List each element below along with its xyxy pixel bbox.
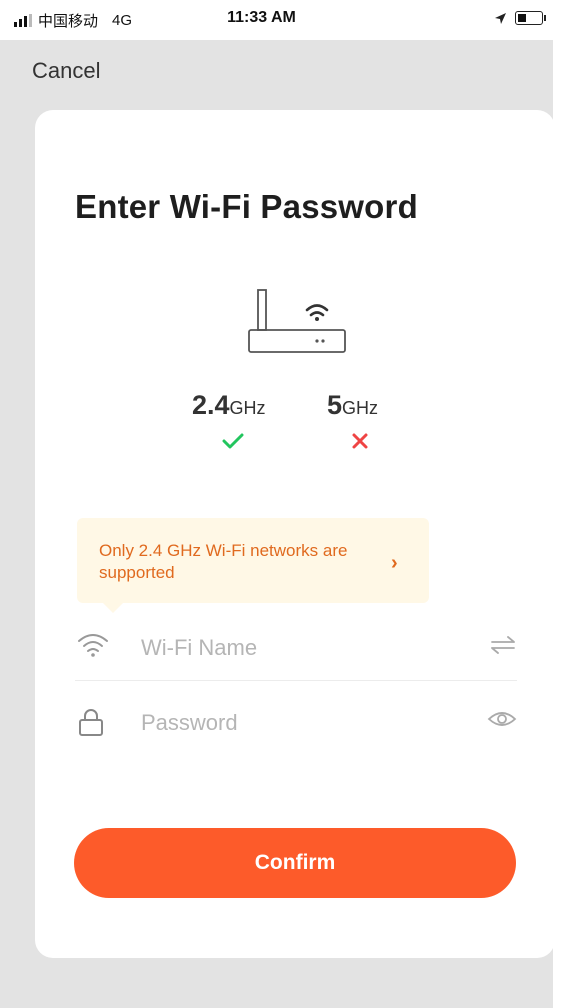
check-icon (222, 433, 244, 449)
cancel-button[interactable]: Cancel (32, 58, 100, 84)
band-2-4-value: 2.4 (192, 390, 230, 420)
password-input[interactable] (139, 705, 453, 741)
page-title: Enter Wi-Fi Password (75, 188, 418, 225)
router-icon (248, 289, 346, 353)
band-2-4ghz-label: 2.4GHz (192, 390, 266, 421)
chevron-right-icon: › (391, 552, 398, 574)
location-arrow-icon (495, 12, 506, 24)
lock-icon (79, 709, 103, 736)
status-bar: 中国移动 4G 11:33 AM (0, 0, 553, 40)
wifi-card: Enter Wi-Fi Password 2.4GHz 5GHz Only 2.… (35, 110, 555, 958)
password-row (75, 685, 517, 755)
band-5-unit: GHz (342, 398, 379, 418)
band-support-notice[interactable]: Only 2.4 GHz Wi-Fi networks are supporte… (77, 518, 429, 613)
battery-icon (515, 11, 546, 25)
cross-icon (352, 433, 368, 449)
wifi-name-input[interactable] (139, 630, 453, 666)
status-time: 11:33 AM (227, 9, 296, 26)
eye-icon[interactable] (487, 709, 517, 729)
swap-arrows-icon[interactable] (489, 634, 517, 656)
status-right (494, 11, 546, 25)
notice-text: Only 2.4 GHz Wi-Fi networks are supporte… (99, 541, 348, 582)
wifi-password-screen: 中国移动 4G 11:33 AM Cancel Enter Wi-Fi Pass… (0, 0, 571, 1008)
band-2-4-unit: GHz (229, 398, 266, 418)
band-5ghz-label: 5GHz (327, 390, 378, 421)
wifi-name-row (75, 610, 517, 681)
band-5-value: 5 (327, 390, 343, 420)
wifi-icon (78, 634, 108, 657)
confirm-button[interactable]: Confirm (74, 828, 516, 898)
